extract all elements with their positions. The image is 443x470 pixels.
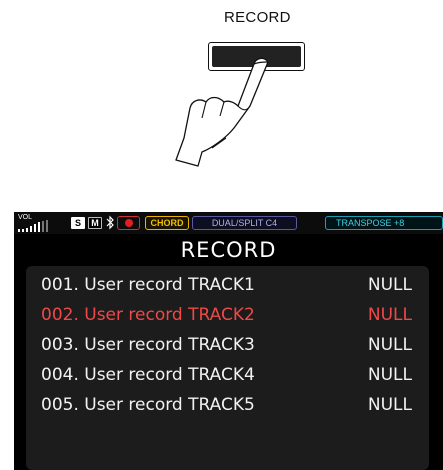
track-name: 002. User record TRACK2	[41, 305, 255, 325]
transpose-indicator: TRANSPOSE +8	[325, 216, 443, 230]
dual-split-indicator: DUAL/SPLIT C4	[192, 216, 297, 230]
screen-title: RECORD	[180, 238, 277, 262]
bluetooth-icon	[106, 215, 114, 230]
track-value: NULL	[367, 395, 412, 415]
track-row[interactable]: 004. User record TRACK4 NULL	[26, 362, 429, 390]
track-value: NULL	[367, 275, 412, 295]
track-name: 004. User record TRACK4	[41, 365, 255, 385]
pressing-hand-icon	[175, 57, 269, 167]
track-list: 001. User record TRACK1 NULL 002. User r…	[26, 266, 429, 470]
volume-bars-icon	[18, 220, 48, 232]
display-screen: VOL S M CHORD DUAL/SPLIT C4 TRANSPOSE +8…	[14, 212, 443, 470]
track-name: 005. User record TRACK5	[41, 395, 255, 415]
track-name: 003. User record TRACK3	[41, 335, 255, 355]
track-value: NULL	[367, 365, 412, 385]
track-row[interactable]: 005. User record TRACK5 NULL	[26, 392, 429, 420]
s-indicator: S	[71, 217, 85, 229]
track-value: NULL	[367, 335, 412, 355]
track-row-selected[interactable]: 002. User record TRACK2 NULL	[26, 302, 429, 330]
track-value: NULL	[367, 305, 412, 325]
record-status-icon	[117, 216, 140, 230]
record-button-label: RECORD	[224, 9, 291, 26]
volume-indicator: VOL	[18, 214, 66, 232]
chord-indicator: CHORD	[145, 216, 189, 230]
m-indicator: M	[88, 217, 102, 229]
status-bar: VOL S M CHORD DUAL/SPLIT C4 TRANSPOSE +8	[14, 212, 443, 234]
track-row[interactable]: 001. User record TRACK1 NULL	[26, 272, 429, 300]
track-row[interactable]: 003. User record TRACK3 NULL	[26, 332, 429, 360]
track-name: 001. User record TRACK1	[41, 275, 255, 295]
